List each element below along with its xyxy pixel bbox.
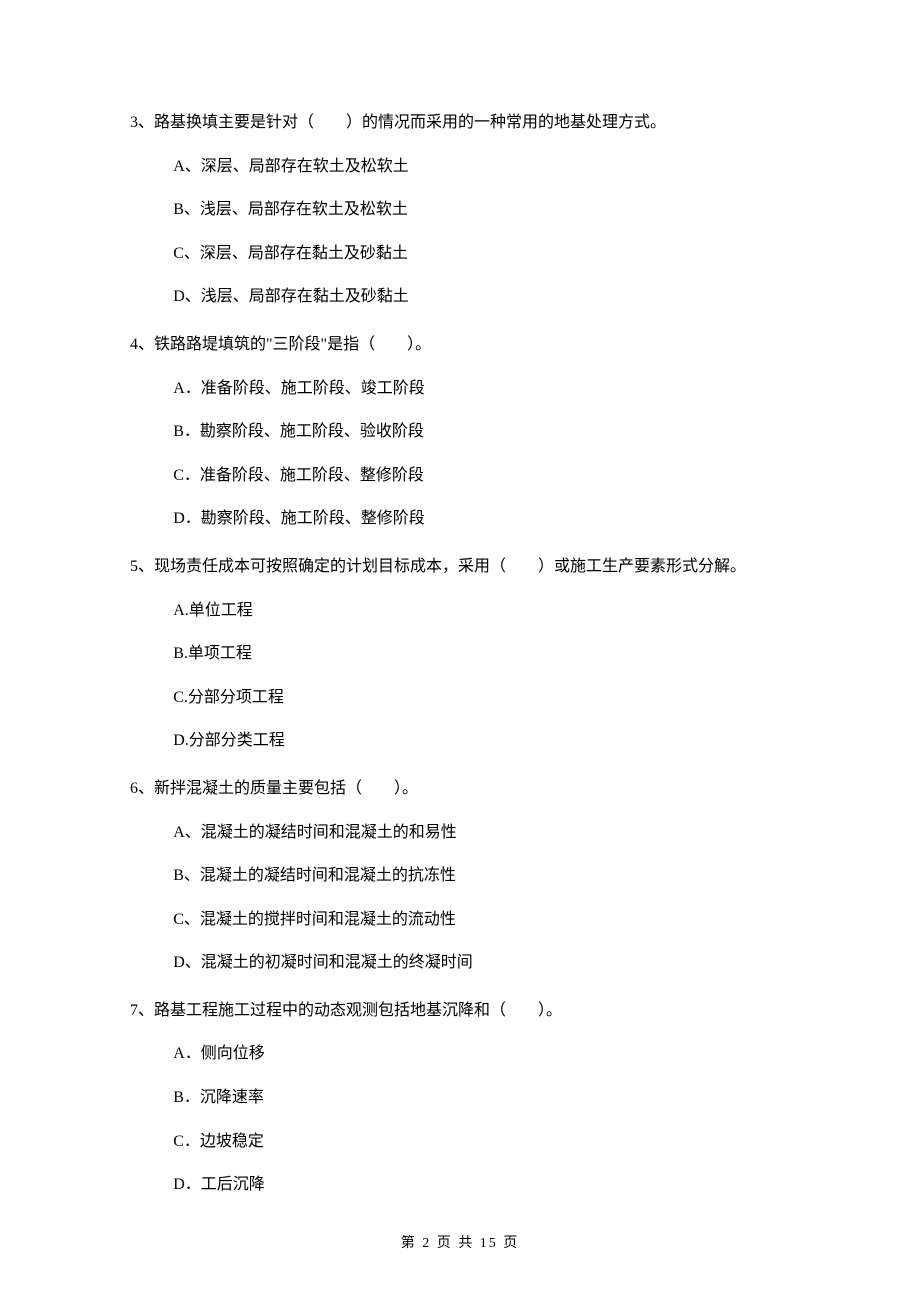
option-c: C、混凝土的搅拌时间和混凝土的流动性 [173, 907, 790, 933]
option-b: B．沉降速率 [173, 1085, 790, 1111]
question-stem: 4、铁路路堤填筑的"三阶段"是指（ ）。 [130, 332, 790, 358]
page-content: 3、路基换填主要是针对（ ）的情况而采用的一种常用的地基处理方式。 A、深层、局… [0, 0, 920, 1280]
option-a: A、混凝土的凝结时间和混凝土的和易性 [173, 820, 790, 846]
question-stem: 6、新拌混凝土的质量主要包括（ ）。 [130, 776, 790, 802]
question-number: 6、 [130, 780, 154, 797]
option-d: D.分部分类工程 [173, 728, 790, 754]
option-d: D．工后沉降 [173, 1172, 790, 1198]
option-a: A、深层、局部存在软土及松软土 [173, 154, 790, 180]
question-text: 路基换填主要是针对（ ）的情况而采用的一种常用的地基处理方式。 [154, 114, 666, 131]
option-b: B.单项工程 [173, 641, 790, 667]
option-c: C.分部分项工程 [173, 685, 790, 711]
question-3: 3、路基换填主要是针对（ ）的情况而采用的一种常用的地基处理方式。 A、深层、局… [130, 110, 790, 310]
question-number: 4、 [130, 336, 154, 353]
question-number: 7、 [130, 1002, 154, 1019]
option-a: A．准备阶段、施工阶段、竣工阶段 [173, 376, 790, 402]
option-d: D、浅层、局部存在黏土及砂黏土 [173, 284, 790, 310]
question-text: 路基工程施工过程中的动态观测包括地基沉降和（ ）。 [154, 1002, 562, 1019]
question-stem: 5、现场责任成本可按照确定的计划目标成本，采用（ ）或施工生产要素形式分解。 [130, 554, 790, 580]
question-number: 3、 [130, 114, 154, 131]
page-footer: 第 2 页 共 15 页 [0, 1232, 920, 1252]
option-c: C．边坡稳定 [173, 1129, 790, 1155]
question-5: 5、现场责任成本可按照确定的计划目标成本，采用（ ）或施工生产要素形式分解。 A… [130, 554, 790, 754]
option-b: B、浅层、局部存在软土及松软土 [173, 197, 790, 223]
question-text: 现场责任成本可按照确定的计划目标成本，采用（ ）或施工生产要素形式分解。 [154, 558, 746, 575]
option-c: C．准备阶段、施工阶段、整修阶段 [173, 463, 790, 489]
question-4: 4、铁路路堤填筑的"三阶段"是指（ ）。 A．准备阶段、施工阶段、竣工阶段 B．… [130, 332, 790, 532]
question-7: 7、路基工程施工过程中的动态观测包括地基沉降和（ ）。 A．侧向位移 B．沉降速… [130, 998, 790, 1198]
option-c: C、深层、局部存在黏土及砂黏土 [173, 241, 790, 267]
option-b: B、混凝土的凝结时间和混凝土的抗冻性 [173, 863, 790, 889]
option-a: A．侧向位移 [173, 1041, 790, 1067]
option-b: B．勘察阶段、施工阶段、验收阶段 [173, 419, 790, 445]
question-text: 铁路路堤填筑的"三阶段"是指（ ）。 [154, 336, 431, 353]
question-stem: 3、路基换填主要是针对（ ）的情况而采用的一种常用的地基处理方式。 [130, 110, 790, 136]
question-6: 6、新拌混凝土的质量主要包括（ ）。 A、混凝土的凝结时间和混凝土的和易性 B、… [130, 776, 790, 976]
option-a: A.单位工程 [173, 598, 790, 624]
option-d: D、混凝土的初凝时间和混凝土的终凝时间 [173, 950, 790, 976]
question-text: 新拌混凝土的质量主要包括（ ）。 [154, 780, 418, 797]
question-number: 5、 [130, 558, 154, 575]
option-d: D．勘察阶段、施工阶段、整修阶段 [173, 506, 790, 532]
question-stem: 7、路基工程施工过程中的动态观测包括地基沉降和（ ）。 [130, 998, 790, 1024]
